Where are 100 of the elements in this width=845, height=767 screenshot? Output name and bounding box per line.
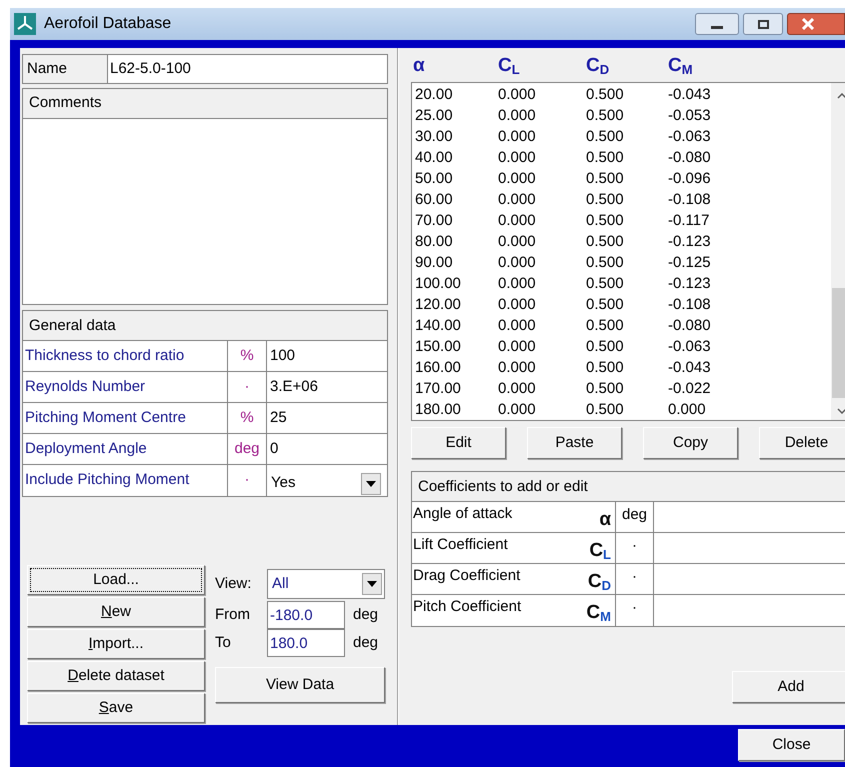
table-cell-text: 70.00 (415, 211, 454, 231)
table-cell-text: 0.500 (586, 190, 625, 210)
table-cell-text: -0.022 (668, 379, 712, 399)
table-cell-text: 80.00 (415, 232, 454, 252)
to-field[interactable]: 180.0 (267, 629, 345, 657)
table-cell-text: 0.500 (586, 106, 625, 126)
close-icon (802, 18, 814, 30)
value-field[interactable]: 0 (267, 434, 387, 464)
table-cell-text: 0.500 (586, 148, 625, 168)
table-cell-text: 0.500 (586, 316, 625, 336)
table-cell-text: 160.00 (415, 358, 462, 378)
table-cell-text: -0.117 (668, 211, 710, 231)
unit-label: % (228, 341, 267, 371)
table-cell-text: 0.000 (498, 400, 537, 420)
scroll-up-icon[interactable] (837, 93, 845, 99)
table-cell-text: 0.000 (498, 169, 537, 189)
minimize-button[interactable] (695, 13, 739, 35)
table-cell-text: 0.000 (498, 85, 537, 105)
comments-field[interactable] (23, 118, 387, 304)
table-cell-text: 0.500 (586, 253, 625, 273)
action-button[interactable]: Load... (27, 565, 205, 595)
table-cell-text: -0.096 (668, 169, 712, 189)
dropdown-field[interactable]: Yes (267, 465, 387, 496)
view-data-button[interactable]: View Data (215, 667, 385, 703)
coefficient-label: Drag Coefficient (412, 566, 520, 586)
table-cell-text: 0.500 (586, 85, 625, 105)
action-button[interactable]: Import... (27, 629, 205, 659)
coefficient-label: Lift Coefficient (412, 535, 508, 555)
table-cell-text: 0.500 (586, 232, 625, 252)
column-header: α (412, 54, 426, 78)
to-unit-label: deg (353, 632, 378, 653)
table-cell-text: -0.125 (668, 253, 712, 273)
action-button[interactable]: New (27, 597, 205, 627)
table-cell-text: 0.000 (498, 106, 537, 126)
value-field[interactable]: 100 (267, 341, 387, 371)
table-cell-text: 25.00 (415, 106, 454, 126)
column-header: C$_{D}$ (585, 54, 610, 79)
property-label: Pitching Moment Centre (23, 403, 228, 433)
table-cell-text: 0.000 (498, 211, 537, 231)
table-cell-text: 0.500 (586, 295, 625, 315)
table-cell-text: 40.00 (415, 148, 454, 168)
coefficient-symbol: C$_{D}$ (588, 570, 612, 594)
table-cell-text: 0.500 (586, 337, 625, 357)
unit-label: · (228, 465, 267, 496)
value-field[interactable]: 3.E+06 (267, 372, 387, 402)
coefficient-symbol: C$_{L}$ (589, 539, 612, 563)
unit-label: · (228, 372, 267, 402)
table-cell-text: 0.000 (498, 127, 537, 147)
table-cell-text: 90.00 (415, 253, 454, 273)
table-cell-text: 0.000 (498, 379, 537, 399)
property-label: Include Pitching Moment (23, 465, 228, 496)
table-cell-text: 0.000 (498, 295, 537, 315)
table-cell-text: -0.080 (668, 316, 712, 336)
table-cell-text: 20.00 (415, 85, 454, 105)
table-cell-text: 0.500 (586, 169, 625, 189)
minimize-icon (711, 26, 723, 28)
table-cell-text: 0.500 (586, 211, 625, 231)
add-button[interactable]: Add (732, 671, 845, 703)
close-button[interactable]: Close (738, 729, 845, 761)
coefficient-label: Pitch Coefficient (412, 597, 522, 617)
table-cell-text: -0.080 (668, 148, 712, 168)
table-cell-text: -0.053 (668, 106, 712, 126)
from-label: From (215, 604, 251, 625)
table-cell-text: 0.000 (498, 337, 537, 357)
column-header: C$_{M}$ (667, 54, 694, 79)
window-title: Aerofoil Database (44, 14, 172, 34)
table-cell-text: -0.063 (668, 337, 712, 357)
maximize-button[interactable] (743, 13, 783, 35)
list-action-button[interactable]: Paste (527, 427, 622, 459)
table-cell-text: 0.000 (498, 316, 537, 336)
property-label: Reynolds Number (23, 372, 228, 402)
action-button[interactable]: Save (27, 693, 205, 723)
unit-label: deg (228, 434, 267, 464)
table-cell-text: 170.00 (415, 379, 462, 399)
coefficient-symbol: α (599, 508, 612, 532)
property-label: Deployment Angle (23, 434, 228, 464)
table-cell-text: 0.000 (668, 400, 707, 420)
close-window-button[interactable] (787, 13, 845, 35)
list-action-button[interactable]: Delete (759, 427, 845, 459)
table-cell-text: 0.000 (498, 253, 537, 273)
list-action-button[interactable]: Copy (643, 427, 738, 459)
scroll-down-icon[interactable] (837, 408, 845, 414)
table-cell-text: -0.123 (668, 274, 712, 294)
table-cell-text: -0.123 (668, 232, 712, 252)
table-cell-text: 0.500 (586, 127, 625, 147)
view-dropdown[interactable]: All (267, 569, 385, 599)
table-cell-text: 0.000 (498, 358, 537, 378)
list-action-button[interactable]: Edit (411, 427, 506, 459)
maximize-icon (758, 20, 768, 28)
from-field[interactable]: -180.0 (267, 601, 345, 629)
table-cell-text: -0.108 (668, 190, 712, 210)
turbine-icon (14, 13, 36, 35)
action-button[interactable]: Delete dataset (27, 661, 205, 691)
table-cell-text: 0.000 (498, 274, 537, 294)
table-cell-text: 0.500 (586, 274, 625, 294)
coefficient-symbol: C$_{M}$ (586, 601, 612, 626)
table-cell-text: 60.00 (415, 190, 454, 210)
table-cell-text: 0.000 (498, 232, 537, 252)
value-field[interactable]: 25 (267, 403, 387, 433)
column-header: C$_{L}$ (497, 54, 521, 79)
